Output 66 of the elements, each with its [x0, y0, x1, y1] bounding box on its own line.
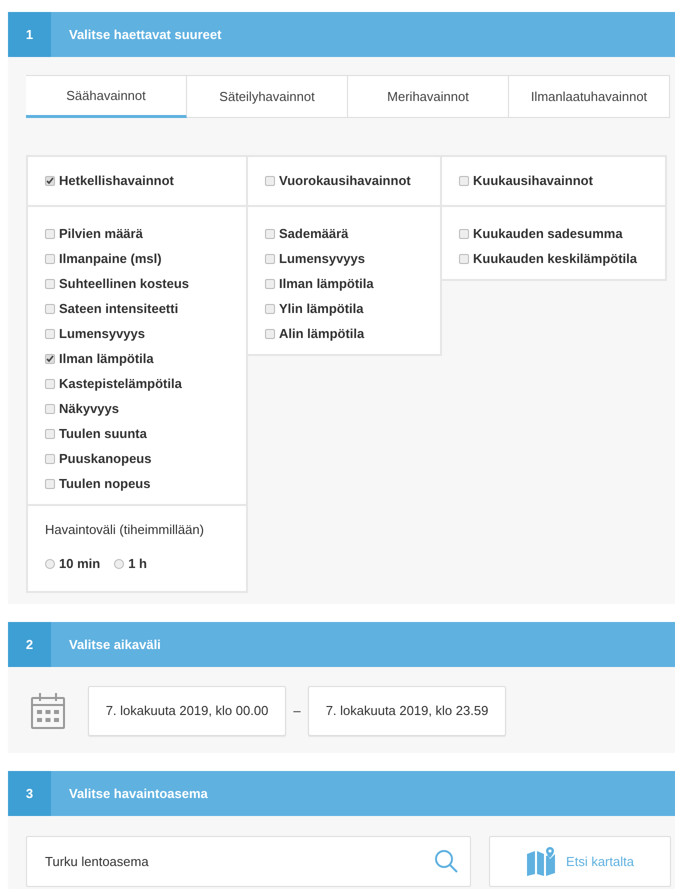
- date-field[interactable]: 7. lokakuuta 2019, klo 00.00: [88, 686, 286, 736]
- map-icon: [526, 846, 556, 876]
- checkbox[interactable]: [45, 176, 55, 186]
- checkbox[interactable]: [45, 428, 55, 438]
- checkbox-label[interactable]: Ylin lämpötila: [279, 298, 364, 318]
- tab[interactable]: Ilmanlaatuhavainnot: [509, 75, 670, 118]
- checkbox[interactable]: [265, 278, 275, 288]
- checkbox[interactable]: [265, 254, 275, 264]
- checkbox-label[interactable]: Hetkellishavainnot: [59, 171, 174, 191]
- checkbox[interactable]: [45, 278, 55, 288]
- checkbox[interactable]: [265, 176, 275, 186]
- checkbox-label[interactable]: Alin lämpötila: [279, 324, 364, 344]
- search-field[interactable]: Turku lentoasema: [26, 836, 471, 887]
- checkbox[interactable]: [265, 304, 275, 314]
- checkbox-label[interactable]: Kastepistelämpötila: [59, 374, 182, 394]
- checkbox[interactable]: [265, 328, 275, 338]
- check-icon: [46, 354, 54, 362]
- checkbox-label[interactable]: Puuskanopeus: [59, 448, 152, 468]
- radio-label[interactable]: 1 h: [128, 554, 147, 574]
- checkbox[interactable]: [459, 176, 469, 186]
- search-icon[interactable]: [434, 849, 458, 873]
- step-number: 1: [8, 12, 51, 57]
- checkbox[interactable]: [45, 478, 55, 488]
- step-title: Valitse aikaväli: [68, 636, 161, 654]
- checkbox-label[interactable]: Sateen intensiteetti: [59, 298, 178, 318]
- interval-label: Havaintoväli (tiheimmillään): [45, 521, 205, 539]
- checkbox[interactable]: [459, 228, 469, 238]
- checkbox[interactable]: [45, 354, 55, 364]
- check-icon: [46, 177, 54, 185]
- date-separator: –: [292, 702, 302, 720]
- checkbox[interactable]: [45, 328, 55, 338]
- tab[interactable]: Merihavainnot: [348, 75, 509, 118]
- checkbox-label[interactable]: Ilman lämpötila: [279, 274, 374, 294]
- date-field[interactable]: 7. lokakuuta 2019, klo 23.59: [308, 686, 506, 736]
- calendar-icon: [30, 692, 66, 730]
- radio-label[interactable]: 10 min: [59, 554, 100, 574]
- step-title: Valitse haettavat suureet: [68, 26, 222, 44]
- checkbox-label[interactable]: Tuulen suunta: [59, 424, 147, 444]
- checkbox-label[interactable]: Pilvien määrä: [59, 224, 143, 244]
- checkbox-label[interactable]: Suhteellinen kosteus: [59, 274, 190, 294]
- checkbox-label[interactable]: Näkyvyys: [59, 398, 119, 418]
- checkbox[interactable]: [45, 304, 55, 314]
- step-title: Valitse havaintoasema: [68, 784, 208, 803]
- checkbox-label[interactable]: Kuukauden keskilämpötila: [473, 248, 637, 268]
- checkbox-label[interactable]: Ilman lämpötila: [59, 348, 154, 368]
- checkbox[interactable]: [45, 378, 55, 388]
- tab[interactable]: Säteilyhavainnot: [187, 75, 348, 118]
- checkbox[interactable]: [45, 254, 55, 264]
- checkbox-label[interactable]: Lumensyvyys: [279, 248, 365, 268]
- checkbox[interactable]: [265, 228, 275, 238]
- step-number: 2: [8, 622, 51, 667]
- checkbox[interactable]: [45, 454, 55, 464]
- radio-button[interactable]: [114, 559, 124, 569]
- checkbox-label[interactable]: Ilmanpaine (msl): [59, 248, 162, 268]
- checkbox-label[interactable]: Kuukausihavainnot: [473, 171, 593, 191]
- checkbox-label[interactable]: Sademäärä: [279, 224, 348, 244]
- tab[interactable]: Säähavainnot: [26, 75, 187, 118]
- checkbox[interactable]: [45, 404, 55, 414]
- checkbox[interactable]: [459, 254, 469, 264]
- checkbox-label[interactable]: Kuukauden sadesumma: [473, 224, 623, 244]
- radio-button[interactable]: [45, 559, 55, 569]
- checkbox-label[interactable]: Tuulen nopeus: [59, 474, 150, 494]
- checkbox-label[interactable]: Vuorokausihavainnot: [279, 171, 411, 191]
- checkbox[interactable]: [45, 228, 55, 238]
- step-number: 3: [8, 771, 51, 816]
- checkbox-label[interactable]: Lumensyvyys: [59, 324, 145, 344]
